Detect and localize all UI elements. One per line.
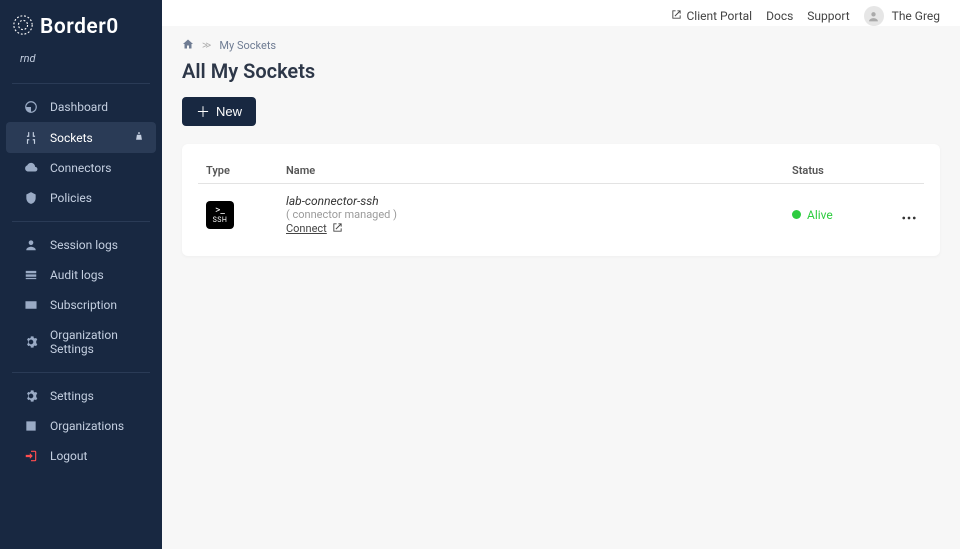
sidebar-item-settings[interactable]: Settings [6,381,156,411]
new-button[interactable]: ＋ New [182,97,256,126]
sockets-table: Type Name Status >_ SSH [198,158,924,246]
sidebar-item-label: Organizations [50,419,124,433]
sockets-card: Type Name Status >_ SSH [182,144,940,256]
audit-logs-icon [24,268,38,282]
plus-icon: ＋ [196,105,210,119]
avatar [864,6,884,26]
sidebar-item-label: Policies [50,191,92,205]
main: Client Portal Docs Support The Greg ≫ My… [162,0,960,549]
support-link[interactable]: Support [807,9,849,23]
content: ≫ My Sockets All My Sockets ＋ New Type N… [162,26,960,276]
page-title: All My Sockets [182,59,940,83]
nav-separator [12,221,150,222]
status-dot-icon [792,210,801,219]
support-label: Support [807,9,849,23]
sidebar-item-label: Subscription [50,298,117,312]
sidebar-item-session-logs[interactable]: Session logs [6,230,156,260]
sidebar-item-logout[interactable]: Logout [6,441,156,471]
docs-label: Docs [766,9,793,23]
dashboard-icon [24,100,38,114]
sidebar: Border0 rnd Dashboard Sockets Connectors [0,0,162,549]
ssh-type-icon: >_ SSH [206,201,234,229]
brand-title: Border0 [40,15,119,39]
docs-link[interactable]: Docs [766,9,793,23]
client-portal-link[interactable]: Client Portal [671,9,752,23]
connect-link[interactable]: Connect [286,222,343,236]
sidebar-item-label: Dashboard [50,100,108,114]
sidebar-item-subscription[interactable]: Subscription [6,290,156,320]
org-label: rnd [0,52,162,77]
cursor-icon [134,130,144,145]
sidebar-item-label: Organization Settings [50,328,144,356]
table-row[interactable]: >_ SSH lab-connector-ssh ( connector man… [198,184,924,246]
external-link-icon [332,222,343,236]
col-name-header: Name [278,158,784,184]
breadcrumb-sep-icon: ≫ [202,41,211,51]
external-link-icon [671,9,682,23]
nav-separator [12,372,150,373]
socket-meta: ( connector managed ) [286,208,776,221]
col-actions-header [894,158,924,184]
sidebar-item-policies[interactable]: Policies [6,183,156,213]
sidebar-item-label: Sockets [50,131,93,145]
top-bar: Client Portal Docs Support The Greg [162,0,960,26]
status-label: Alive [807,208,833,222]
row-actions-button[interactable] [902,205,916,224]
connectors-icon [24,161,38,175]
logo[interactable]: Border0 [0,0,162,52]
connect-label: Connect [286,222,327,235]
logout-icon [24,449,38,463]
sidebar-item-organizations[interactable]: Organizations [6,411,156,441]
user-name: The Greg [892,9,940,23]
sidebar-item-audit-logs[interactable]: Audit logs [6,260,156,290]
subscription-icon [24,298,38,312]
session-logs-icon [24,238,38,252]
new-button-label: New [216,104,242,119]
organizations-icon [24,419,38,433]
breadcrumb-current: My Sockets [219,39,276,52]
sidebar-item-sockets[interactable]: Sockets [6,122,156,153]
client-portal-label: Client Portal [686,9,752,23]
home-icon[interactable] [182,38,194,53]
breadcrumb: ≫ My Sockets [182,38,940,53]
sidebar-item-dashboard[interactable]: Dashboard [6,92,156,122]
settings-icon [24,389,38,403]
sidebar-item-label: Settings [50,389,94,403]
sidebar-item-label: Session logs [50,238,118,252]
sidebar-item-label: Audit logs [50,268,104,282]
socket-name[interactable]: lab-connector-ssh [286,194,776,208]
policies-icon [24,191,38,205]
sidebar-item-org-settings[interactable]: Organization Settings [6,320,156,364]
sidebar-item-connectors[interactable]: Connectors [6,153,156,183]
type-short: SSH [213,217,228,224]
status-badge: Alive [792,208,833,222]
org-settings-icon [24,335,38,349]
col-type-header: Type [198,158,278,184]
sockets-icon [24,131,38,145]
col-status-header: Status [784,158,894,184]
sidebar-item-label: Connectors [50,161,111,175]
nav-separator [12,83,150,84]
sidebar-item-label: Logout [50,449,87,463]
logo-icon [12,14,34,40]
user-menu[interactable]: The Greg [864,6,940,26]
